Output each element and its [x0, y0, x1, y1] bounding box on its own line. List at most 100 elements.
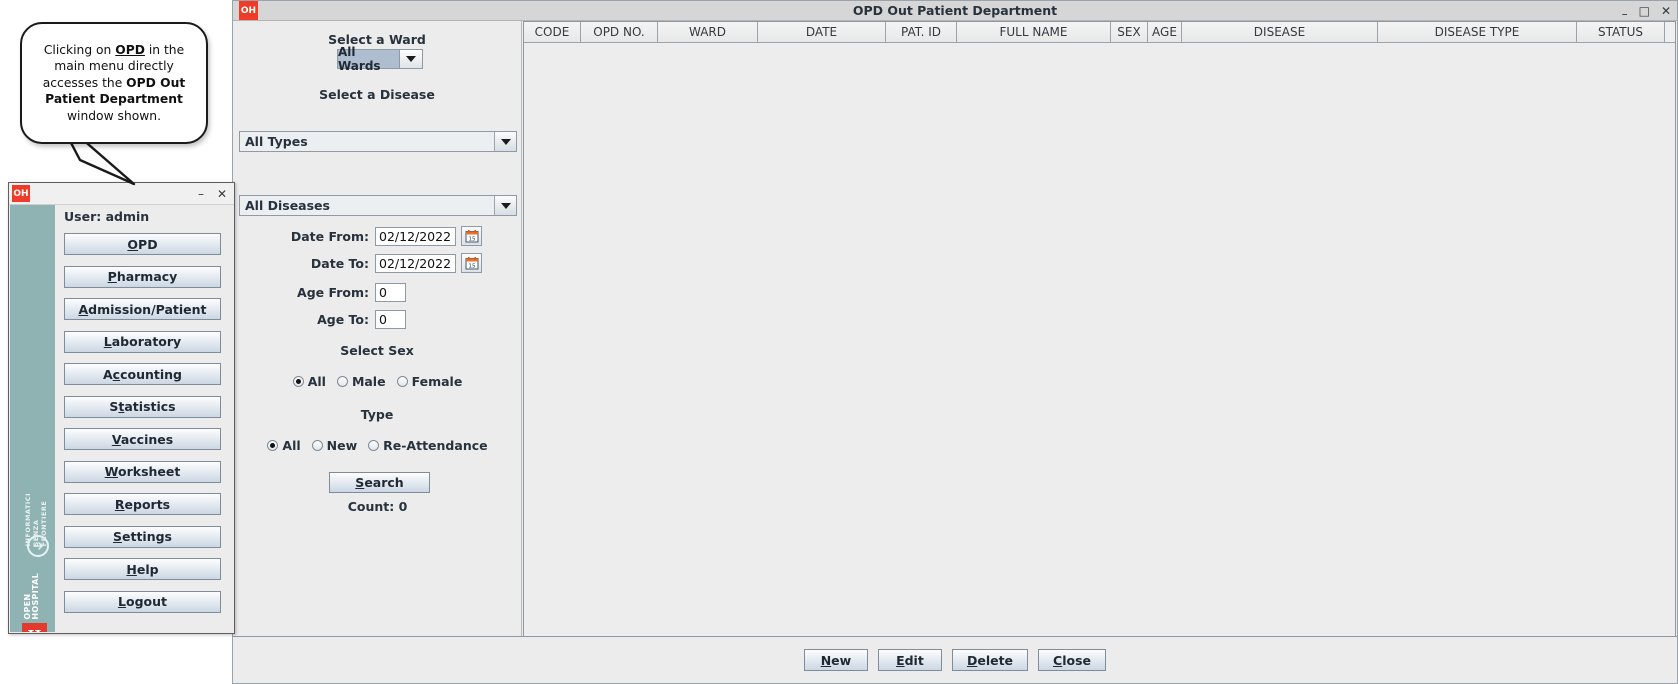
radio-button[interactable] [396, 376, 408, 387]
radio-button[interactable] [368, 440, 380, 451]
table-column-header-code[interactable]: CODE [524, 22, 581, 42]
menu-item-worksheet-label: Worksheet [104, 464, 181, 479]
results-table: CODE OPD NO. WARD DATE PAT. ID FULL NAME SEX AG… [523, 21, 1676, 656]
menu-item-vaccines[interactable]: Vaccines [64, 428, 221, 450]
count-label: Count: 0 [347, 499, 408, 514]
menu-item-help-label: Help [126, 561, 159, 577]
delete-button[interactable]: Delete [951, 649, 1029, 671]
close-button-label: Close [1053, 652, 1092, 668]
minimize-icon[interactable]: – [1622, 8, 1628, 20]
menu-item-laboratory-label: Laboratory [103, 334, 182, 349]
table-column-header-date[interactable]: DATE [758, 22, 886, 42]
edit-button[interactable]: Edit [877, 649, 942, 671]
callout-bubble: Clicking on OPD in the main menu directl… [20, 22, 208, 144]
sex-radio-group: All Male Female [233, 374, 522, 389]
age-to-row: Age To: [233, 310, 522, 329]
menu-item-admission-patient[interactable]: Admission/Patient [64, 298, 221, 320]
menu-item-help[interactable]: Help [64, 558, 221, 580]
table-column-header-disease[interactable]: DISEASE [1182, 22, 1378, 42]
radio-label: New [326, 438, 358, 453]
age-from-input[interactable] [375, 283, 406, 302]
menu-item-logout-label: Logout [118, 594, 167, 609]
type-option-new[interactable]: New [311, 438, 358, 453]
table-column-header-disease-type[interactable]: DISEASE TYPE [1378, 22, 1577, 42]
date-from-label: Date From: [290, 228, 369, 244]
menu-item-logout[interactable]: Logout [64, 590, 221, 613]
menu-item-accounting[interactable]: Accounting [64, 363, 221, 385]
table-body[interactable] [524, 43, 1675, 656]
menu-item-settings-label: Settings [112, 529, 172, 544]
hospital-badge-icon: H [22, 623, 47, 632]
search-button[interactable]: Search [329, 472, 430, 493]
main-menu-buttons: OPD Pharmacy Admission/Patient Laboratory Ac… [64, 233, 221, 613]
chevron-down-icon[interactable] [494, 196, 516, 215]
type-option-re-attendance[interactable]: Re-Attendance [368, 438, 488, 453]
radio-button[interactable] [311, 440, 323, 451]
table-column-header-age[interactable]: AGE [1148, 22, 1182, 42]
radio-button[interactable] [336, 376, 348, 387]
age-from-label: Age From: [297, 285, 369, 300]
type-label: Type [360, 407, 394, 422]
search-button-label: Search [355, 475, 404, 490]
date-to-label: Date To: [310, 255, 369, 271]
svg-text:15: 15 [468, 264, 476, 270]
menu-item-settings[interactable]: Settings [64, 525, 221, 548]
menu-item-admission-patient-label: Admission/Patient [78, 301, 207, 317]
menu-item-reports-label: Reports [114, 496, 171, 512]
date-to-row: Date To: 15 [233, 253, 522, 273]
age-to-input[interactable] [375, 310, 406, 329]
callout-text: Clicking on OPD in the main menu directl… [42, 42, 186, 123]
radio-button[interactable] [292, 376, 304, 387]
calendar-icon[interactable]: 15 [461, 226, 482, 246]
radio-button[interactable] [267, 440, 279, 451]
disease-select[interactable]: All Diseases [239, 195, 517, 216]
select-sex-label: Select Sex [340, 343, 414, 358]
close-icon[interactable]: ✕ [217, 187, 227, 201]
ward-select-value: All Wards [338, 45, 399, 73]
menu-item-accounting-label: Accounting [102, 366, 182, 382]
close-icon[interactable]: ✕ [1661, 5, 1671, 17]
new-button-label: New [820, 652, 852, 668]
select-disease-label: Select a Disease [319, 87, 435, 102]
menu-item-reports[interactable]: Reports [64, 493, 221, 515]
filter-panel: Select a Ward All Wards Select a Disease… [233, 21, 681, 683]
menu-item-vaccines-label: Vaccines [111, 431, 174, 447]
date-from-input[interactable] [375, 226, 456, 246]
action-button-bar: New Edit Delete Close [233, 636, 1677, 683]
table-column-header-sex[interactable]: SEX [1111, 22, 1148, 42]
sex-option-female[interactable]: Female [396, 374, 463, 389]
maximize-icon[interactable]: □ [1639, 5, 1650, 17]
menu-item-statistics-label: Statistics [109, 399, 176, 414]
calendar-icon[interactable]: 15 [461, 253, 482, 273]
date-from-row: Date From: 15 [233, 226, 522, 246]
age-from-row: Age From: [233, 283, 522, 302]
edit-button-label: Edit [896, 652, 924, 668]
table-column-header-full-name[interactable]: FULL NAME [957, 22, 1111, 42]
age-to-label: Age To: [317, 312, 369, 327]
chevron-down-icon[interactable] [494, 132, 516, 151]
type-option-all[interactable]: All [267, 438, 301, 453]
table-column-header-pat-id[interactable]: PAT. ID [886, 22, 957, 42]
radio-label: Female [411, 374, 463, 389]
sex-option-all[interactable]: All [292, 374, 326, 389]
table-column-header-opd-no-[interactable]: OPD NO. [581, 22, 658, 42]
window-controls: – □ ✕ [1622, 5, 1671, 20]
disease-select-value: All Diseases [245, 198, 330, 213]
ward-select[interactable]: All Wards [337, 45, 423, 73]
type-radio-group: All New Re-Attendance [233, 438, 522, 453]
menu-item-laboratory[interactable]: Laboratory [64, 330, 221, 353]
opd-titlebar: OH OPD Out Patient Department – □ ✕ [233, 1, 1677, 21]
table-column-header-ward[interactable]: WARD [658, 22, 758, 42]
table-column-header-status[interactable]: STATUS [1577, 22, 1665, 42]
menu-item-pharmacy-label: Pharmacy [107, 269, 178, 284]
disease-type-select[interactable]: All Types [239, 131, 517, 152]
close-button[interactable]: Close [1038, 649, 1107, 671]
radio-label: All [282, 438, 301, 453]
sex-option-male[interactable]: Male [336, 374, 386, 389]
svg-text:15: 15 [468, 237, 476, 243]
new-button[interactable]: New [803, 649, 868, 671]
menu-item-worksheet[interactable]: Worksheet [64, 460, 221, 483]
menu-item-statistics[interactable]: Statistics [64, 395, 221, 418]
chevron-down-icon[interactable] [399, 50, 422, 68]
date-to-input[interactable] [375, 253, 456, 273]
